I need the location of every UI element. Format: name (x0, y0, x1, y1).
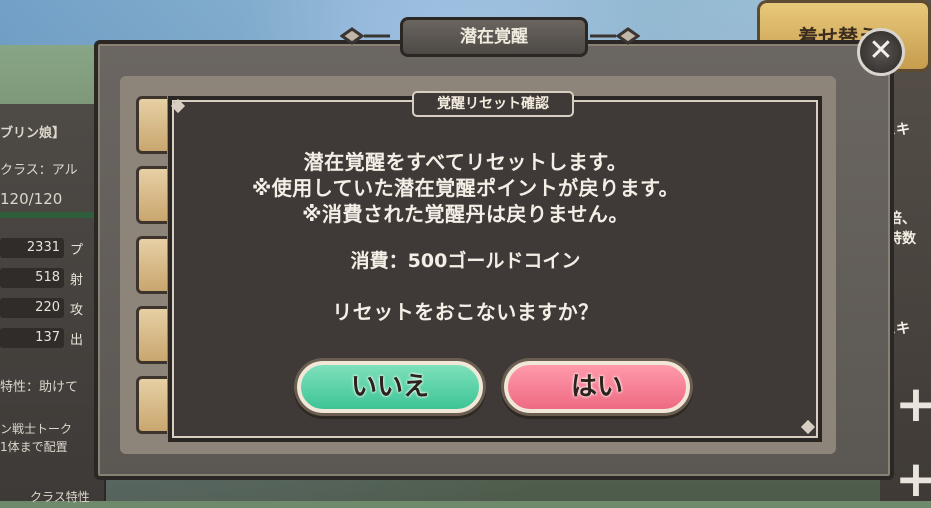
no-button[interactable]: いいえ (297, 361, 483, 413)
yes-button-label: はい (570, 372, 623, 402)
stat-value-4: 137 (0, 328, 64, 348)
dialog-message-line-2: ※使用していた潜在覚醒ポイントが戻ります。 (251, 176, 680, 200)
unit-note-2: 1体まで配置 (0, 440, 68, 454)
dialog-question: リセットをおこないますか？ (332, 300, 599, 324)
unit-note-1: ン戦士トーク (0, 422, 73, 436)
close-icon[interactable]: ✕ (857, 28, 905, 76)
stat-tag-4: 出 (70, 333, 84, 348)
unit-name: ブリン娘】 (0, 126, 66, 141)
no-button-label: いいえ (350, 372, 429, 402)
dialog-title: 覚醒リセット確認 (412, 91, 574, 117)
class-trait-footer: クラス特性 (30, 490, 90, 504)
title-ornament-right-icon (590, 27, 640, 45)
title-ornament-left-icon (340, 27, 390, 45)
dialog-message-line-1: 潜在覚醒をすべてリセットします。 (303, 150, 628, 174)
window-title: 潜在覚醒 (400, 17, 588, 57)
add-icon-2[interactable]: + (895, 454, 931, 504)
add-icon[interactable]: + (895, 379, 931, 429)
dialog-message-line-3: ※消費された覚醒丹は戻りません。 (302, 202, 629, 226)
reset-cost: 消費：500ゴールドコイン (350, 250, 581, 272)
unit-trait: 特性：助けて (0, 380, 79, 395)
yes-button[interactable]: はい (504, 361, 690, 413)
